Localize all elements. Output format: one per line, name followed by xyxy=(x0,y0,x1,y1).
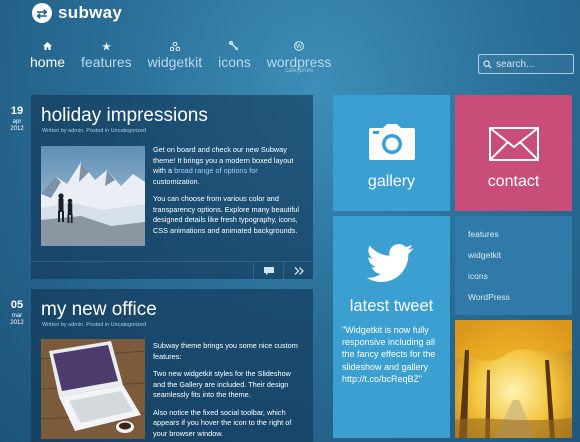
comment-button[interactable] xyxy=(253,262,283,280)
nav-item-wordpress[interactable]: W wordpress categories xyxy=(267,40,331,74)
autumn-photo xyxy=(455,320,572,438)
tile-latest-tweet[interactable]: latest tweet "Widgetkit is now fully res… xyxy=(333,216,450,438)
search-icon xyxy=(483,59,492,69)
home-icon xyxy=(41,40,55,52)
nav-sub-wordpress: categories xyxy=(285,68,313,74)
post-date-day: 19 xyxy=(10,105,24,117)
post-inline-link[interactable]: broad range of options for xyxy=(174,166,258,175)
tile-contact[interactable]: contact xyxy=(455,95,572,211)
double-chevron-right-icon xyxy=(294,267,304,275)
envelope-icon xyxy=(488,127,539,161)
link-icons[interactable]: icons xyxy=(468,270,488,291)
tile-tweet-title: latest tweet xyxy=(349,297,434,315)
nav-item-features[interactable]: features xyxy=(81,40,132,74)
search-box xyxy=(478,54,574,74)
nav-label-widgetkit: widgetkit xyxy=(147,54,203,70)
link-features[interactable]: features xyxy=(468,228,499,249)
star-icon xyxy=(99,40,113,52)
tools-icon xyxy=(227,40,241,52)
nav-label-home: home xyxy=(30,54,66,70)
post-text-1b: customization. xyxy=(153,176,200,186)
widgetkit-icon xyxy=(168,40,182,52)
post-date-year: 2012 xyxy=(10,126,24,132)
nav-item-icons[interactable]: icons xyxy=(218,40,251,74)
post-meta: Written by admin. Posted in Uncategorize… xyxy=(42,322,147,328)
nav-item-home[interactable]: home xyxy=(30,40,65,74)
post-meta: Written by admin. Posted in Uncategorize… xyxy=(42,128,147,134)
search-input[interactable] xyxy=(496,58,566,70)
post-date-month: mar xyxy=(11,313,23,319)
post-image-laptop[interactable] xyxy=(41,339,145,439)
post-text-2: You can choose from various color and tr… xyxy=(153,194,300,235)
camera-icon xyxy=(368,124,415,160)
post-date: 05 mar 2012 xyxy=(6,299,28,327)
nav-label-features: features xyxy=(81,54,132,70)
tile-photo-autumn[interactable] xyxy=(455,320,572,438)
tile-contact-label: contact xyxy=(487,173,540,190)
twitter-bird-icon xyxy=(366,244,414,282)
comment-icon xyxy=(263,266,274,275)
post-text-2: Two new widgetkit styles for the Slidesh… xyxy=(153,369,291,399)
tweet-text: "Widgetkit is now fully responsive inclu… xyxy=(342,325,436,384)
post-image-mountains[interactable] xyxy=(41,146,145,246)
post-title[interactable]: holiday impressions xyxy=(41,105,208,127)
post-text-3: Also notice the fixed social toolbar, wh… xyxy=(153,407,292,438)
post-card: holiday impressions Written by admin. Po… xyxy=(31,95,313,280)
read-more-button[interactable] xyxy=(283,262,313,280)
brand-name: subway xyxy=(58,3,123,22)
tile-gallery-label: gallery xyxy=(367,173,416,190)
svg-text:W: W xyxy=(296,42,303,50)
tile-gallery[interactable]: gallery xyxy=(333,95,450,211)
nav-item-widgetkit[interactable]: widgetkit xyxy=(148,40,202,74)
post-excerpt: Subway theme brings you some nice custom… xyxy=(153,341,305,442)
post-date-month: apr xyxy=(12,119,22,125)
post-text-1: Subway theme brings you some nice custom… xyxy=(153,341,298,361)
post-title[interactable]: my new office xyxy=(41,299,157,321)
post-card: my new office Written by admin. Posted i… xyxy=(31,289,313,442)
nav-label-icons: icons xyxy=(218,54,251,70)
tile-links: features widgetkit icons WordPress xyxy=(455,216,572,315)
post-excerpt: Get on board and check our new Subway th… xyxy=(153,145,305,243)
link-widgetkit[interactable]: widgetkit xyxy=(468,249,501,270)
wordpress-icon: W xyxy=(292,40,306,52)
post-footer xyxy=(31,261,313,280)
post-date-day: 05 xyxy=(10,299,24,311)
brand-logo[interactable]: ⇄ subway xyxy=(32,3,122,23)
post-date: 19 apr 2012 xyxy=(6,105,28,133)
link-wordpress[interactable]: WordPress xyxy=(468,291,510,312)
main-nav: home features widgetkit icons W wordpres… xyxy=(30,40,331,74)
arrows-icon: ⇄ xyxy=(32,3,52,23)
post-date-year: 2012 xyxy=(10,320,24,326)
